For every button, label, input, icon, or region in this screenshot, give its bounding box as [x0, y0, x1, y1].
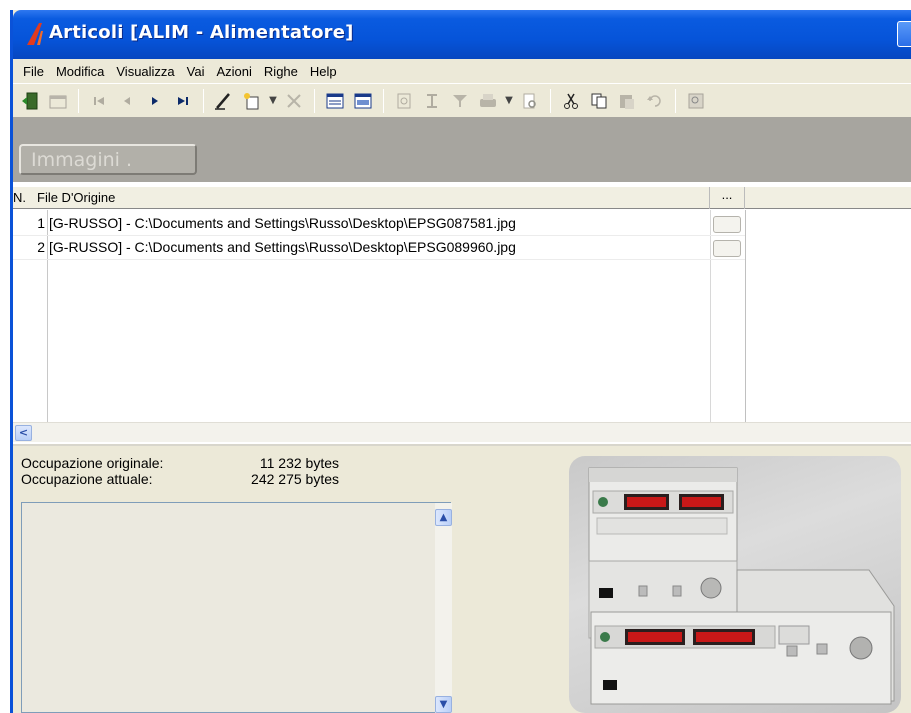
notes-memo[interactable]: ▲ ▼: [21, 502, 452, 713]
paste-icon[interactable]: [614, 88, 640, 114]
browse-file-button[interactable]: [713, 216, 741, 233]
current-size-label: Occupazione attuale:: [21, 471, 153, 487]
properties-icon[interactable]: [45, 88, 71, 114]
row-number: 1: [37, 215, 45, 231]
vertical-scrollbar[interactable]: ▲ ▼: [435, 503, 452, 713]
file-path-cell[interactable]: [G-RUSSO] - C:\Documents and Settings\Ru…: [49, 215, 516, 231]
copy-icon[interactable]: [586, 88, 612, 114]
minimize-button[interactable]: [897, 21, 911, 47]
exit-door-icon[interactable]: [17, 88, 43, 114]
grid-header: N. File D'Origine ...: [13, 187, 911, 209]
original-size-value: 11 232 bytes: [259, 455, 339, 471]
scroll-up-icon[interactable]: ▲: [435, 509, 452, 526]
new-record-icon[interactable]: [239, 88, 265, 114]
title-bar[interactable]: Articoli [ALIM - Alimentatore]: [13, 10, 911, 59]
menu-modifica[interactable]: Modifica: [50, 64, 110, 79]
table-row[interactable]: 1 [G-RUSSO] - C:\Documents and Settings\…: [13, 212, 745, 236]
zoom-icon[interactable]: [683, 88, 709, 114]
tab-strip: Immagini .: [13, 117, 911, 283]
row-number: 2: [37, 239, 45, 255]
menu-azioni[interactable]: Azioni: [211, 64, 258, 79]
original-size-label: Occupazione originale:: [21, 455, 164, 471]
column-header-number[interactable]: N.: [13, 190, 37, 205]
menu-help[interactable]: Help: [304, 64, 343, 79]
product-image: [569, 456, 901, 713]
previous-record-icon[interactable]: [114, 88, 140, 114]
grid-body: 1 [G-RUSSO] - C:\Documents and Settings\…: [13, 210, 911, 422]
browse-file-button[interactable]: [713, 240, 741, 257]
first-record-icon[interactable]: [86, 88, 112, 114]
column-divider: [745, 210, 746, 422]
menu-bar: File Modifica Visualizza Vai Azioni Righ…: [13, 59, 911, 83]
current-size-value: 242 275 bytes: [251, 471, 339, 487]
new-record-dropdown-icon[interactable]: ▼: [267, 88, 279, 114]
filter-icon[interactable]: [447, 88, 473, 114]
scroll-down-icon[interactable]: ▼: [435, 696, 452, 713]
refresh-icon[interactable]: [391, 88, 417, 114]
app-window: Articoli [ALIM - Alimentatore] File Modi…: [10, 10, 911, 713]
scroll-left-icon[interactable]: <: [15, 425, 32, 441]
horizontal-scrollbar[interactable]: <: [13, 422, 911, 442]
print-icon[interactable]: [475, 88, 501, 114]
column-header-file[interactable]: File D'Origine: [37, 190, 115, 205]
print-preview-icon[interactable]: [517, 88, 543, 114]
menu-visualizza[interactable]: Visualizza: [110, 64, 180, 79]
toolbar-separator: [78, 88, 79, 113]
immagini-button[interactable]: Immagini .: [19, 144, 197, 175]
edit-pencil-icon[interactable]: [211, 88, 237, 114]
toolbar-separator: [675, 88, 676, 113]
power-supply-illustration: [588, 467, 895, 705]
details-panel: Occupazione originale: 11 232 bytes Occu…: [13, 446, 911, 713]
table-row[interactable]: 2 [G-RUSSO] - C:\Documents and Settings\…: [13, 236, 745, 260]
app-logo-icon: [27, 23, 43, 45]
toolbar-separator: [203, 88, 204, 113]
toolbar-separator: [314, 88, 315, 113]
print-dropdown-icon[interactable]: ▼: [503, 88, 515, 114]
menu-righe[interactable]: Righe: [258, 64, 304, 79]
delete-icon[interactable]: [281, 88, 307, 114]
sort-icon[interactable]: [419, 88, 445, 114]
toolbar-separator: [383, 88, 384, 113]
toolbar-separator: [550, 88, 551, 113]
toolbar: ▼ ▼: [13, 83, 911, 117]
file-path-cell[interactable]: [G-RUSSO] - C:\Documents and Settings\Ru…: [49, 239, 516, 255]
menu-vai[interactable]: Vai: [181, 64, 211, 79]
column-header-action[interactable]: ...: [709, 187, 745, 209]
last-record-icon[interactable]: [170, 88, 196, 114]
next-record-icon[interactable]: [142, 88, 168, 114]
undo-icon[interactable]: [642, 88, 668, 114]
menu-file[interactable]: File: [17, 64, 50, 79]
table-view-icon[interactable]: [350, 88, 376, 114]
window-title: Articoli [ALIM - Alimentatore]: [49, 22, 354, 43]
form-view-icon[interactable]: [322, 88, 348, 114]
images-grid: N. File D'Origine ... 1 [G-RUSSO] - C:\D…: [13, 182, 911, 446]
cut-icon[interactable]: [558, 88, 584, 114]
